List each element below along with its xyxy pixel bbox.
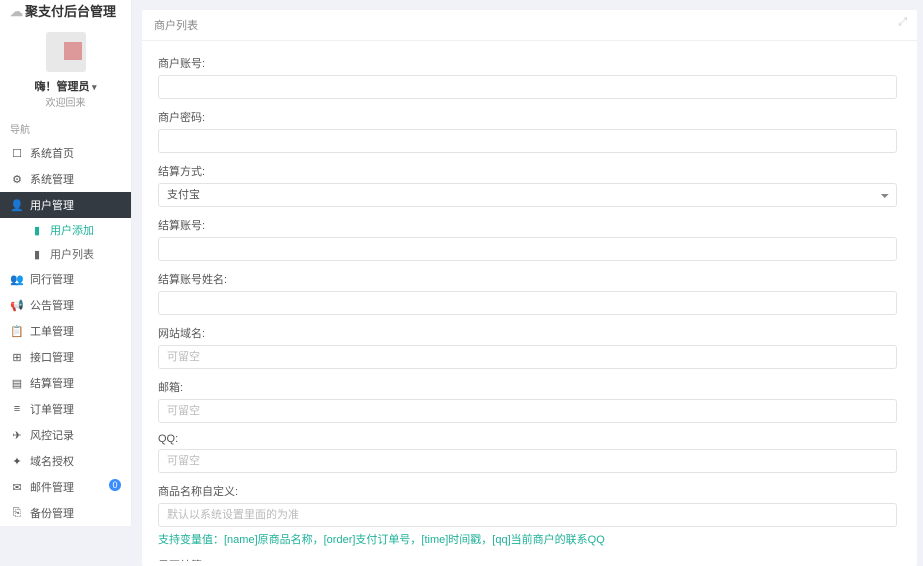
nav-sub-label: 用户列表 bbox=[50, 249, 94, 261]
nav-sub-item[interactable]: ▮ 用户添加 bbox=[0, 218, 131, 242]
nav-label: 接口管理 bbox=[30, 349, 74, 365]
nav-icon: 👤 bbox=[10, 199, 24, 212]
file-icon: ▮ bbox=[30, 248, 44, 261]
nav-icon: ≡ bbox=[10, 403, 24, 415]
nav-label: 结算管理 bbox=[30, 375, 74, 391]
settle-method-label: 结算方式: bbox=[158, 163, 897, 179]
password-label: 商户密码: bbox=[158, 109, 897, 125]
nav-item[interactable]: 👥 同行管理 bbox=[0, 266, 131, 292]
panel-header: 商户列表 ⤢ bbox=[142, 10, 917, 41]
nav-item[interactable]: ⎘ 备份管理 bbox=[0, 500, 131, 526]
email-label: 邮箱: bbox=[158, 379, 897, 395]
nav-icon: ▤ bbox=[10, 377, 24, 390]
nav-label: 域名授权 bbox=[30, 453, 74, 469]
nav-item[interactable]: ⚙ 系统管理 bbox=[0, 166, 131, 192]
avatar bbox=[46, 32, 86, 72]
nav-label: 工单管理 bbox=[30, 323, 74, 339]
nav-item[interactable]: ✉ 邮件管理 0 bbox=[0, 474, 131, 500]
file-icon: ▮ bbox=[30, 224, 44, 237]
settle-account-input[interactable] bbox=[158, 237, 897, 261]
nav-label: 系统管理 bbox=[30, 171, 74, 187]
panel-body: 商户账号: 商户密码: 结算方式: 支付宝 结算账号: 结算账号姓名: 网站域名… bbox=[142, 41, 917, 561]
nav-sub-item[interactable]: ▮ 用户列表 bbox=[0, 242, 131, 266]
nav-icon: 📋 bbox=[10, 325, 24, 338]
panel-title: 商户列表 bbox=[154, 20, 198, 32]
nav-icon: ✈ bbox=[10, 429, 24, 442]
nav-label: 风控记录 bbox=[30, 427, 74, 443]
nav-label: 用户管理 bbox=[30, 197, 74, 213]
nav-badge: 0 bbox=[109, 479, 121, 491]
nav-label: 系统首页 bbox=[30, 145, 74, 161]
nav-icon: ⎘ bbox=[10, 507, 24, 520]
qq-input[interactable] bbox=[158, 449, 897, 473]
cloud-icon: ☁ bbox=[10, 4, 23, 19]
is-settle-label: 是否结算: bbox=[158, 557, 897, 561]
nav-list: ☐ 系统首页 ⚙ 系统管理 👤 用户管理 ▮ 用户添加 ▮ 用户列表 👥 同行管理 📢 公告管理 📋 工单管理… bbox=[0, 140, 131, 526]
settle-method-select[interactable]: 支付宝 bbox=[158, 183, 897, 207]
user-greeting[interactable]: 嗨！管理员 bbox=[0, 78, 131, 94]
settle-name-label: 结算账号姓名: bbox=[158, 271, 897, 287]
user-block: 嗨！管理员 欢迎回来 bbox=[0, 24, 131, 115]
nav-icon: ☐ bbox=[10, 147, 24, 160]
password-input[interactable] bbox=[158, 129, 897, 153]
nav-item[interactable]: 📋 工单管理 bbox=[0, 318, 131, 344]
nav-label: 邮件管理 bbox=[30, 479, 74, 495]
email-input[interactable] bbox=[158, 399, 897, 423]
nav-item[interactable]: ☐ 系统首页 bbox=[0, 140, 131, 166]
domain-input[interactable] bbox=[158, 345, 897, 369]
nav-item[interactable]: ≡ 订单管理 bbox=[0, 396, 131, 422]
account-input[interactable] bbox=[158, 75, 897, 99]
nav-icon: ✉ bbox=[10, 481, 24, 494]
nav-item[interactable]: 📢 公告管理 bbox=[0, 292, 131, 318]
nav-label: 公告管理 bbox=[30, 297, 74, 313]
main-panel: 商户列表 ⤢ 商户账号: 商户密码: 结算方式: 支付宝 结算账号: 结算账号姓… bbox=[142, 10, 917, 566]
nav-item[interactable]: ✈ 风控记录 bbox=[0, 422, 131, 448]
expand-icon[interactable]: ⤢ bbox=[898, 16, 907, 29]
settle-name-input[interactable] bbox=[158, 291, 897, 315]
nav-icon: ⚙ bbox=[10, 173, 24, 186]
goods-label: 商品名称自定义: bbox=[158, 483, 897, 499]
nav-icon: ⊞ bbox=[10, 351, 24, 364]
goods-help-text: 支持变量值：[name]原商品名称，[order]支付订单号，[time]时间戳… bbox=[158, 531, 897, 547]
user-welcome: 欢迎回来 bbox=[0, 94, 131, 109]
nav-label: 订单管理 bbox=[30, 401, 74, 417]
nav-icon: ✦ bbox=[10, 455, 24, 468]
nav-label: 备份管理 bbox=[30, 505, 74, 521]
domain-label: 网站域名: bbox=[158, 325, 897, 341]
nav-icon: 👥 bbox=[10, 273, 24, 286]
nav-section-title: 导航 bbox=[0, 115, 131, 140]
goods-input[interactable] bbox=[158, 503, 897, 527]
nav-item[interactable]: ✦ 域名授权 bbox=[0, 448, 131, 474]
qq-label: QQ: bbox=[158, 433, 897, 445]
settle-account-label: 结算账号: bbox=[158, 217, 897, 233]
nav-sub-label: 用户添加 bbox=[50, 225, 94, 237]
nav-icon: 📢 bbox=[10, 299, 24, 312]
nav-item[interactable]: ⊞ 接口管理 bbox=[0, 344, 131, 370]
nav-item[interactable]: ▤ 结算管理 bbox=[0, 370, 131, 396]
nav-label: 同行管理 bbox=[30, 271, 74, 287]
brand-title: ☁聚支付后台管理 bbox=[0, 0, 131, 24]
account-label: 商户账号: bbox=[158, 55, 897, 71]
nav-item[interactable]: 👤 用户管理 bbox=[0, 192, 131, 218]
